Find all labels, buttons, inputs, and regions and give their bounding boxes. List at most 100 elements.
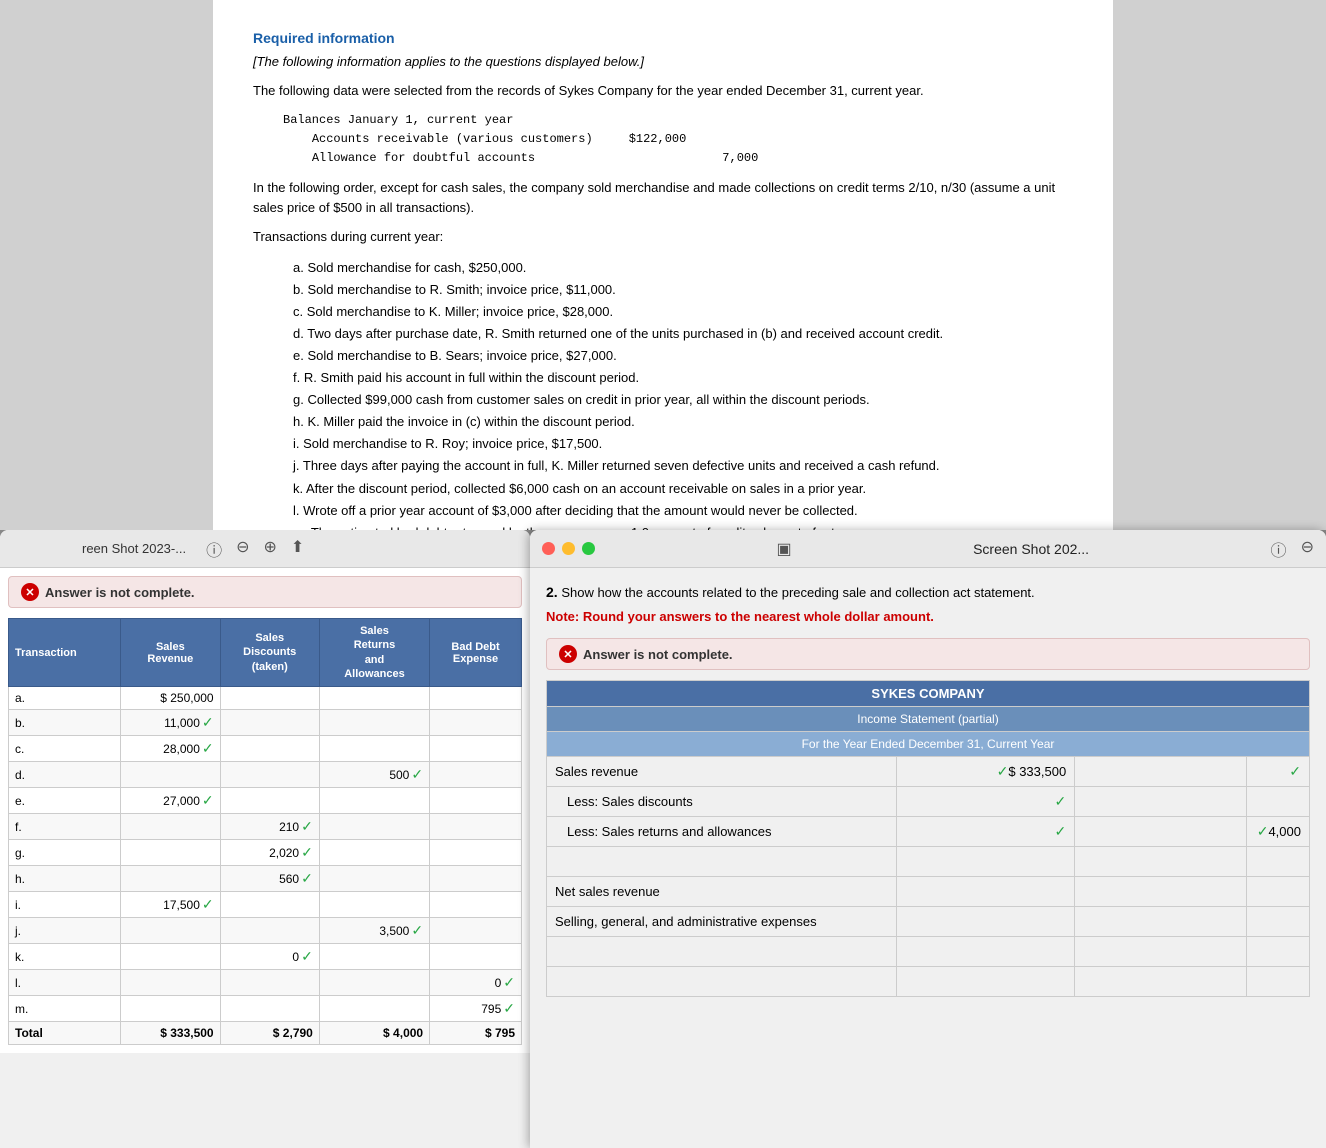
left-titlebar-icons: ⓘ ⊖ ⊕ ⬆ [206,537,304,561]
income-value1-cell: ✓ [896,817,1074,847]
bad-debt-cell [430,918,522,944]
transaction-item: f. R. Smith paid his account in full wit… [293,367,1073,389]
table-row: m.795 ✓ [9,996,522,1022]
check-icon: ✓ [301,948,313,965]
bad-debt-cell [430,736,522,762]
income-spacer-cell [1075,817,1246,847]
col-header-sales-returns: SalesReturnsandAllowances [319,619,429,687]
check-icon: ✓ [202,896,214,913]
sales-returns-cell: $ 4,000 [319,1022,429,1045]
sales-revenue-cell [121,996,221,1022]
income-spacer-cell [1075,877,1246,907]
transaction-item: c. Sold merchandise to K. Miller; invoic… [293,301,1073,323]
table-row: i.17,500 ✓ [9,892,522,918]
transaction-id-cell: d. [9,762,121,788]
sales-returns-cell [319,814,429,840]
income-spacer-cell [1075,847,1246,877]
bad-debt-cell [430,892,522,918]
transaction-id-cell: i. [9,892,121,918]
left-answer-banner-text: Answer is not complete. [45,585,195,600]
sales-discounts-cell [220,918,319,944]
sales-returns-cell [319,944,429,970]
left-window-title: reen Shot 2023-... [82,541,186,556]
zoom-in-icon[interactable]: ⊕ [264,537,277,561]
left-error-icon: ✕ [21,583,39,601]
transaction-item: d. Two days after purchase date, R. Smit… [293,323,1073,345]
sales-discounts-cell: 2,020 ✓ [220,840,319,866]
bad-debt-cell [430,840,522,866]
sales-returns-cell [319,788,429,814]
sales-revenue-cell [121,866,221,892]
balance-row-2: Allowance for doubtful accounts 7,000 [283,149,1073,168]
table-row: e.27,000 ✓ [9,788,522,814]
sales-returns-cell [319,996,429,1022]
table-row: c.28,000 ✓ [9,736,522,762]
income-value1-cell [896,907,1074,937]
income-table-row [547,847,1310,877]
body-text-2: In the following order, except for cash … [253,178,1073,217]
italic-intro: [The following information applies to th… [253,54,1073,69]
check-icon: ✓ [411,922,423,939]
transaction-id-cell: e. [9,788,121,814]
bad-debt-cell [430,944,522,970]
sales-discounts-cell [220,687,319,710]
check-icon: ✓ [1289,763,1301,780]
left-titlebar: reen Shot 2023-... ⓘ ⊖ ⊕ ⬆ [0,530,530,568]
sales-revenue-cell [121,944,221,970]
right-info-icon[interactable]: ⓘ [1271,537,1287,561]
statement-title-header: Income Statement (partial) [547,707,1310,732]
transaction-item: m. The estimated bad debt rate used by t… [293,522,1073,530]
balance-value-2: 7,000 [722,151,758,165]
income-value1-cell [896,847,1074,877]
left-answer-banner: ✕ Answer is not complete. [8,576,522,608]
income-label-cell [547,967,897,997]
sales-returns-cell [319,840,429,866]
right-zoom-out-icon[interactable]: ⊖ [1301,537,1314,561]
income-value2-cell [1246,907,1309,937]
document-page: Required information [The following info… [213,0,1113,530]
sales-revenue-cell: 11,000 ✓ [121,710,221,736]
table-row: a.$ 250,000 [9,687,522,710]
minimize-button[interactable] [562,542,575,555]
check-icon: ✓ [202,792,214,809]
sales-returns-cell [319,710,429,736]
transaction-id-cell: c. [9,736,121,762]
left-window-content: ✕ Answer is not complete. Transaction Sa… [0,568,530,1053]
transaction-item: i. Sold merchandise to R. Roy; invoice p… [293,433,1073,455]
maximize-button[interactable] [582,542,595,555]
income-table-row: Net sales revenue [547,877,1310,907]
bad-debt-cell [430,710,522,736]
income-spacer-cell [1075,967,1246,997]
col-header-sales-discounts: SalesDiscounts(taken) [220,619,319,687]
income-spacer-cell [1075,907,1246,937]
income-value2-cell: ✓ 4,000 [1246,817,1309,847]
sales-discounts-cell [220,996,319,1022]
balances-header: Balances January 1, current year [283,111,1073,130]
right-traffic-lights [542,542,595,555]
income-value2-cell [1246,847,1309,877]
check-icon: ✓ [503,974,515,991]
table-row: d.500 ✓ [9,762,522,788]
sales-discounts-cell [220,736,319,762]
info-icon[interactable]: ⓘ [206,537,222,561]
transaction-item: e. Sold merchandise to B. Sears; invoice… [293,345,1073,367]
transaction-item: b. Sold merchandise to R. Smith; invoice… [293,279,1073,301]
income-table-row: Less: Sales returns and allowances✓✓ 4,0… [547,817,1310,847]
right-titlebar-icons: ⓘ ⊖ [1271,537,1314,561]
transaction-id-cell: g. [9,840,121,866]
share-icon[interactable]: ⬆ [291,537,304,561]
transactions-header: Transactions during current year: [253,227,1073,247]
window-right: ▣ Screen Shot 202... ⓘ ⊖ 2. Show how the… [530,530,1326,1148]
transaction-id-cell: Total [9,1022,121,1045]
sales-discounts-cell: 210 ✓ [220,814,319,840]
window-left: reen Shot 2023-... ⓘ ⊖ ⊕ ⬆ ✕ Answer is n… [0,530,530,1148]
sales-returns-cell [319,736,429,762]
close-button[interactable] [542,542,555,555]
income-table-row: Less: Sales discounts✓ [547,787,1310,817]
question-body: Show how the accounts related to the pre… [561,585,1034,600]
zoom-out-icon[interactable]: ⊖ [236,537,249,561]
transaction-id-cell: h. [9,866,121,892]
table-row: b.11,000 ✓ [9,710,522,736]
table-row: h.560 ✓ [9,866,522,892]
transaction-item: l. Wrote off a prior year account of $3,… [293,500,1073,522]
